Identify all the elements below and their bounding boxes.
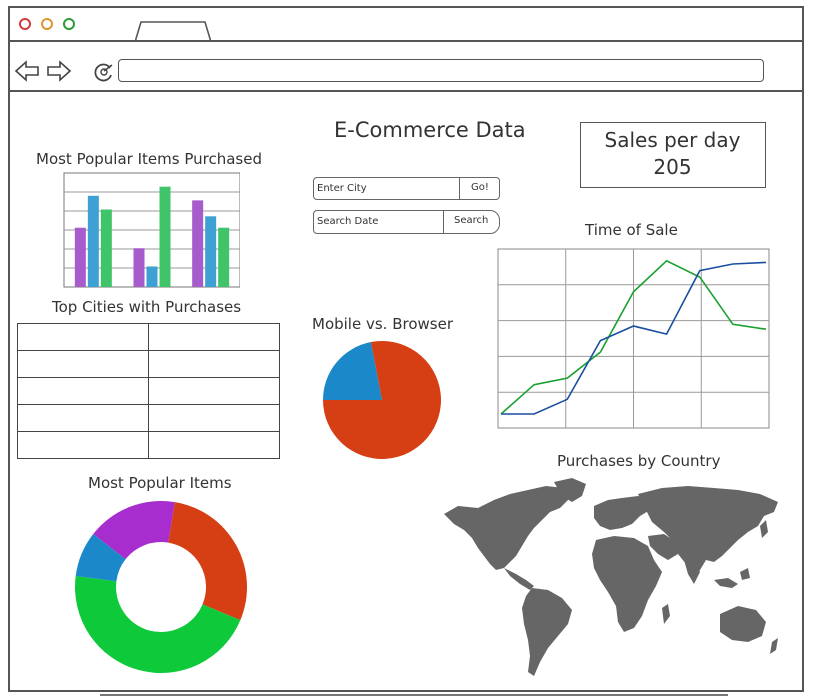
table-cell <box>148 323 280 351</box>
reload-icon[interactable] <box>92 60 116 82</box>
bar <box>146 266 158 287</box>
pie-chart-title: Mobile vs. Browser <box>312 315 453 333</box>
sales-card-value: 205 <box>653 155 692 179</box>
forward-arrow-icon[interactable] <box>46 60 72 82</box>
pie-slice <box>168 502 247 621</box>
donut-chart <box>74 501 247 673</box>
table-row <box>17 350 280 378</box>
line-chart <box>497 248 770 429</box>
table-row <box>17 431 280 459</box>
table-cell <box>17 350 149 378</box>
bar <box>87 195 99 287</box>
table-row <box>17 404 280 432</box>
bar <box>159 186 171 287</box>
bar-chart-title: Most Popular Items Purchased <box>36 150 262 168</box>
bar-chart <box>63 172 240 288</box>
map-title: Purchases by Country <box>557 452 721 470</box>
close-dot[interactable] <box>19 18 31 30</box>
bar <box>100 209 112 287</box>
line-chart-title: Time of Sale <box>585 221 678 239</box>
table-row <box>17 323 280 351</box>
sales-card: Sales per day 205 <box>580 122 766 188</box>
bar <box>205 216 217 287</box>
table-cell <box>148 377 280 405</box>
cities-table-title: Top Cities with Purchases <box>52 298 242 316</box>
go-button[interactable]: Go! <box>471 182 489 193</box>
minimize-dot[interactable] <box>41 18 53 30</box>
browser-tab[interactable] <box>135 21 211 42</box>
title-bar <box>10 8 802 42</box>
search-button[interactable]: Search <box>454 215 488 226</box>
bar <box>133 248 145 287</box>
pie-chart <box>323 341 441 459</box>
table-cell <box>148 431 280 459</box>
table-cell <box>17 431 149 459</box>
table-cell <box>17 377 149 405</box>
cities-table <box>17 323 280 459</box>
donut-chart-title: Most Popular Items <box>88 474 232 492</box>
table-cell <box>148 350 280 378</box>
bar <box>218 227 230 287</box>
bar <box>74 227 86 287</box>
table-cell <box>17 323 149 351</box>
date-search-group: Search Date Search <box>313 210 500 234</box>
city-search-group: Enter City Go! <box>313 177 500 200</box>
footer-divider <box>100 694 728 696</box>
back-arrow-icon[interactable] <box>14 60 40 82</box>
url-input[interactable] <box>118 59 764 82</box>
world-map-icon <box>444 478 778 676</box>
bar <box>192 200 204 287</box>
table-cell <box>148 404 280 432</box>
date-search-input[interactable]: Search Date <box>317 216 378 227</box>
sales-card-label: Sales per day <box>604 128 741 152</box>
page-title: E-Commerce Data <box>334 118 526 142</box>
table-row <box>17 377 280 405</box>
city-search-input[interactable]: Enter City <box>317 183 367 194</box>
table-cell <box>17 404 149 432</box>
maximize-dot[interactable] <box>63 18 75 30</box>
